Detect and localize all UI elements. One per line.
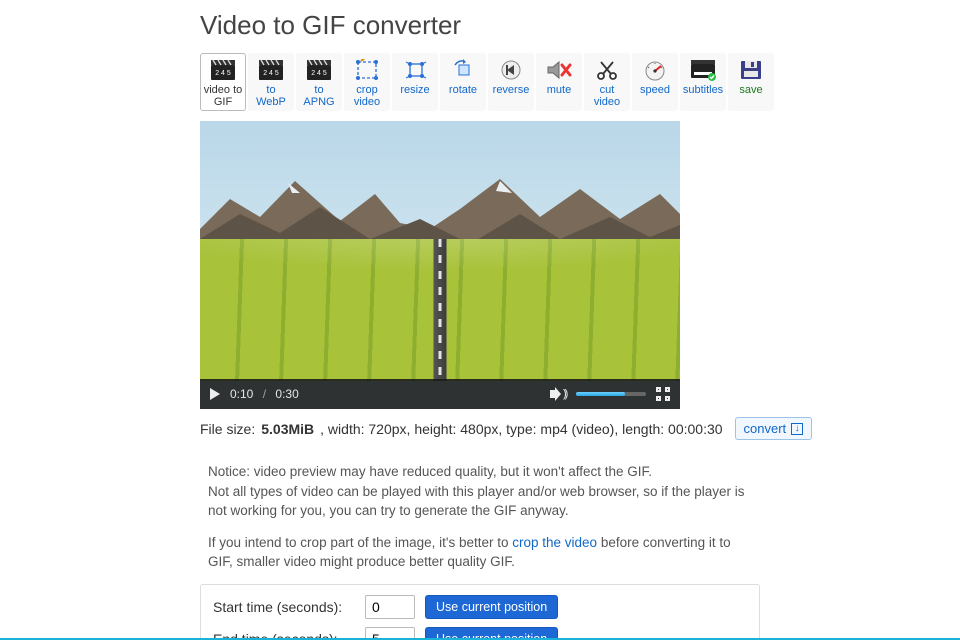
tool-label: video to GIF bbox=[203, 84, 243, 108]
tool-crop-video[interactable]: crop video bbox=[344, 53, 390, 111]
tool-video-to-gif[interactable]: 2 4 5 video to GIF bbox=[200, 53, 246, 111]
start-time-label: Start time (seconds): bbox=[213, 599, 355, 615]
svg-text:2 4 5: 2 4 5 bbox=[215, 70, 231, 77]
rotate-icon bbox=[449, 58, 477, 82]
fullscreen-button[interactable] bbox=[656, 387, 670, 401]
clap-245-icon: 2 4 5 bbox=[257, 58, 285, 82]
tool-label: subtitles bbox=[683, 84, 723, 96]
tool-to-apng[interactable]: 2 4 5 to APNG bbox=[296, 53, 342, 111]
tool-mute[interactable]: mute bbox=[536, 53, 582, 111]
subtitles-icon bbox=[689, 58, 717, 82]
svg-text:2 4 5: 2 4 5 bbox=[311, 70, 327, 77]
volume-fill bbox=[576, 392, 625, 396]
tool-rotate[interactable]: rotate bbox=[440, 53, 486, 111]
tool-label: cut video bbox=[587, 84, 627, 108]
speed-icon bbox=[641, 58, 669, 82]
meta-rest: , width: 720px, height: 480px, type: mp4… bbox=[320, 421, 722, 437]
meta-size: 5.03MiB bbox=[261, 421, 314, 437]
video-player[interactable]: 0:10 / 0:30 )) bbox=[200, 121, 680, 409]
cut-icon bbox=[593, 58, 621, 82]
meta-size-prefix: File size: bbox=[200, 421, 255, 437]
tool-speed[interactable]: speed bbox=[632, 53, 678, 111]
tool-label: save bbox=[739, 84, 762, 96]
video-controls: 0:10 / 0:30 )) bbox=[200, 379, 680, 409]
tool-reverse[interactable]: reverse bbox=[488, 53, 534, 111]
total-duration: 0:30 bbox=[275, 387, 298, 401]
use-current-start-button[interactable]: Use current position bbox=[425, 595, 558, 619]
tool-label: resize bbox=[400, 84, 429, 96]
tool-label: to WebP bbox=[251, 84, 291, 108]
toolbar: 2 4 5 video to GIF 2 4 5 to WebP 2 4 5 to APN… bbox=[200, 53, 960, 111]
tool-subtitles[interactable]: subtitles bbox=[680, 53, 726, 111]
tool-label: mute bbox=[547, 84, 571, 96]
tool-label: reverse bbox=[493, 84, 530, 96]
clap-245-icon: 2 4 5 bbox=[209, 58, 237, 82]
reverse-icon bbox=[497, 58, 525, 82]
current-time: 0:10 bbox=[230, 387, 253, 401]
notice-line-1: Notice: video preview may have reduced q… bbox=[208, 462, 752, 521]
video-frame-roadline bbox=[439, 239, 442, 381]
tool-label: speed bbox=[640, 84, 670, 96]
time-form: Start time (seconds): Use current positi… bbox=[200, 584, 760, 640]
resize-icon bbox=[401, 58, 429, 82]
tool-save[interactable]: save bbox=[728, 53, 774, 111]
download-icon: ↓ bbox=[791, 423, 803, 435]
tool-label: to APNG bbox=[299, 84, 339, 108]
crop-icon bbox=[353, 58, 381, 82]
crop-video-link[interactable]: crop the video bbox=[512, 535, 597, 550]
time-display: 0:10 / 0:30 bbox=[230, 387, 299, 401]
page-title: Video to GIF converter bbox=[200, 10, 960, 41]
start-time-input[interactable] bbox=[365, 595, 415, 619]
tool-resize[interactable]: resize bbox=[392, 53, 438, 111]
tool-cut-video[interactable]: cut video bbox=[584, 53, 630, 111]
convert-label: convert bbox=[744, 421, 787, 436]
notice-block: Notice: video preview may have reduced q… bbox=[200, 458, 760, 572]
tool-label: crop video bbox=[347, 84, 387, 108]
notice-line-2: If you intend to crop part of the image,… bbox=[208, 533, 752, 572]
volume-icon[interactable]: )) bbox=[550, 387, 566, 401]
file-meta: File size: 5.03MiB , width: 720px, heigh… bbox=[200, 417, 960, 440]
tool-to-webp[interactable]: 2 4 5 to WebP bbox=[248, 53, 294, 111]
convert-button[interactable]: convert ↓ bbox=[735, 417, 813, 440]
svg-text:2 4 5: 2 4 5 bbox=[263, 70, 279, 77]
clap-245-icon: 2 4 5 bbox=[305, 58, 333, 82]
video-frame-mountains bbox=[200, 159, 680, 249]
save-icon bbox=[737, 58, 765, 82]
mute-icon bbox=[545, 58, 573, 82]
play-button[interactable] bbox=[210, 388, 220, 400]
tool-label: rotate bbox=[449, 84, 477, 96]
volume-slider[interactable] bbox=[576, 392, 646, 396]
